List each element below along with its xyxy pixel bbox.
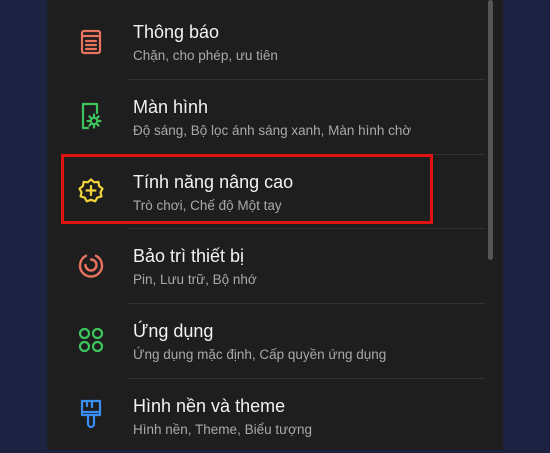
settings-item-subtitle: Pin, Lưu trữ, Bộ nhớ	[133, 272, 257, 287]
settings-screen: Thông báo Chặn, cho phép, ưu tiên Màn hì…	[47, 0, 503, 450]
highlight-box	[61, 154, 433, 224]
page-backdrop-left	[0, 0, 47, 450]
scrollbar[interactable]	[488, 0, 493, 260]
settings-item-title: Hình nền và theme	[133, 396, 286, 416]
settings-item-title: Màn hình	[133, 97, 209, 117]
settings-item-title: Bảo trì thiết bị	[133, 246, 245, 266]
settings-item-notifications[interactable]: Thông báo Chặn, cho phép, ưu tiên	[47, 4, 485, 78]
settings-item-apps[interactable]: Ứng dụng Ứng dụng mặc định, Cấp quyền ứn…	[47, 304, 485, 378]
settings-item-title: Ứng dụng	[133, 321, 214, 341]
settings-item-subtitle: Chặn, cho phép, ưu tiên	[133, 48, 278, 63]
apps-icon	[75, 324, 107, 356]
settings-list: Thông báo Chặn, cho phép, ưu tiên Màn hì…	[47, 0, 503, 450]
settings-item-wallpaper-themes[interactable]: Hình nền và theme Hình nền, Theme, Biểu …	[47, 379, 485, 453]
settings-item-device-care[interactable]: Bảo trì thiết bị Pin, Lưu trữ, Bộ nhớ	[47, 229, 485, 303]
device-care-icon	[75, 249, 107, 281]
paint-brush-icon	[75, 397, 107, 429]
settings-item-title: Thông báo	[133, 22, 220, 42]
display-gear-icon	[75, 100, 107, 132]
settings-item-subtitle: Độ sáng, Bộ lọc ánh sáng xanh, Màn hình …	[133, 123, 412, 138]
page-backdrop-right	[503, 0, 550, 450]
settings-item-display[interactable]: Màn hình Độ sáng, Bộ lọc ánh sáng xanh, …	[47, 80, 485, 154]
settings-item-subtitle: Ứng dụng mặc định, Cấp quyền ứng dụng	[133, 347, 387, 362]
notification-icon	[75, 26, 107, 58]
settings-item-subtitle: Hình nền, Theme, Biểu tượng	[133, 422, 312, 437]
